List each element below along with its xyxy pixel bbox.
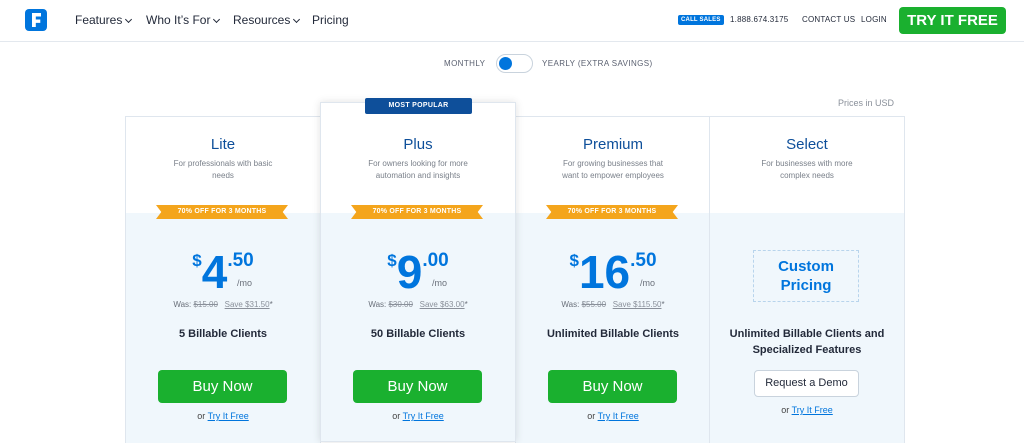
discount-ribbon: 70% OFF FOR 3 MONTHS: [546, 205, 678, 219]
price-whole: 16: [578, 246, 631, 298]
save-amount: Save $31.50: [224, 300, 270, 309]
was-price-line: Was: $15.00 Save $31.50*: [126, 300, 320, 309]
plan-card-premium: Premium For growing businesses that want…: [515, 116, 711, 443]
or-label: or: [781, 405, 790, 415]
billable-clients: Unlimited Billable Clients: [546, 328, 680, 340]
plan-card-lite: Lite For professionals with basic needs …: [125, 116, 321, 443]
billing-period-toggle[interactable]: [496, 54, 533, 73]
try-it-free-link[interactable]: Try It Free: [598, 411, 639, 421]
price-cents: .50: [227, 250, 254, 271]
most-popular-badge: MOST POPULAR: [365, 98, 472, 114]
contact-us-link[interactable]: CONTACT US: [802, 15, 855, 24]
plan-description: For growing businesses that want to empo…: [562, 159, 664, 180]
save-amount: Save $115.50: [612, 300, 662, 309]
plan-name: Select: [786, 136, 828, 153]
login-link[interactable]: LOGIN: [861, 15, 887, 24]
was-price: $55.00: [581, 300, 607, 309]
try-free-line: or Try It Free: [321, 411, 515, 421]
chevron-down-icon: [293, 15, 301, 24]
freshbooks-logo-icon[interactable]: [25, 9, 47, 31]
nav-who-its-for-label: Who It’s For: [146, 13, 211, 27]
price-whole: 4: [201, 246, 228, 298]
was-price: $15.00: [193, 300, 218, 309]
price-period: /mo: [432, 278, 448, 288]
plan-price: $16.50: [516, 249, 710, 295]
discount-ribbon: 70% OFF FOR 3 MONTHS: [156, 205, 288, 219]
request-demo-button[interactable]: Request a Demo: [754, 370, 859, 397]
chevron-down-icon: [125, 15, 133, 24]
price-period: /mo: [237, 278, 253, 288]
try-it-free-link[interactable]: Try It Free: [403, 411, 444, 421]
buy-now-button[interactable]: Buy Now: [353, 370, 482, 403]
sales-phone-link[interactable]: 1.888.674.3175: [730, 15, 788, 24]
price-period: /mo: [640, 278, 656, 288]
plan-card-plus: MOST POPULAR Plus For owners looking for…: [320, 98, 516, 442]
save-amount: Save $63.00: [419, 300, 465, 309]
custom-pricing-line-2: Pricing: [780, 277, 832, 294]
custom-pricing-label: Custom Pricing: [753, 250, 859, 302]
billable-clients: 50 Billable Clients: [370, 328, 466, 340]
try-it-free-link[interactable]: Try It Free: [792, 405, 833, 415]
monthly-label[interactable]: MONTHLY: [444, 59, 485, 68]
toggle-knob: [499, 57, 512, 70]
try-free-line: or Try It Free: [516, 411, 710, 421]
plan-name: Plus: [403, 136, 433, 153]
yearly-label[interactable]: YEARLY (EXTRA SAVINGS): [542, 59, 653, 68]
try-it-free-link[interactable]: Try It Free: [208, 411, 249, 421]
save-asterisk: *: [661, 300, 665, 309]
was-price: $30.00: [388, 300, 413, 309]
try-it-free-button[interactable]: TRY IT FREE: [899, 7, 1006, 34]
plan-card-select: Select For businesses with more complex …: [709, 116, 905, 443]
billable-clients: Unlimited Billable Clients and Specializ…: [710, 326, 904, 358]
was-label: Was:: [173, 300, 192, 309]
plan-description: For owners looking for more automation a…: [368, 159, 468, 180]
plan-description: For professionals with basic needs: [173, 159, 273, 180]
billable-clients-line-2: Specialized Features: [752, 344, 862, 356]
custom-pricing-line-1: Custom: [778, 258, 834, 275]
currency-symbol: $: [569, 251, 579, 270]
save-asterisk: *: [269, 300, 273, 309]
plan-name: Lite: [210, 136, 236, 153]
plan-price: $9.00: [321, 249, 515, 295]
try-free-line: or Try It Free: [126, 411, 320, 421]
plan-name: Premium: [582, 136, 643, 153]
currency-symbol: $: [192, 251, 202, 270]
nav-features-label: Features: [75, 13, 123, 27]
nav-resources[interactable]: Resources: [233, 13, 301, 27]
nav-who-its-for[interactable]: Who It’s For: [146, 13, 221, 27]
was-label: Was:: [368, 300, 387, 309]
currency-symbol: $: [387, 251, 397, 270]
nav-features[interactable]: Features: [75, 13, 133, 27]
save-asterisk: *: [464, 300, 468, 309]
call-sales-badge: CALL SALES: [678, 15, 724, 25]
was-price-line: Was: $55.00 Save $115.50*: [516, 300, 710, 309]
buy-now-button[interactable]: Buy Now: [158, 370, 287, 403]
chevron-down-icon: [213, 15, 221, 24]
nav-pricing[interactable]: Pricing: [312, 13, 349, 27]
plan-description: For businesses with more complex needs: [761, 159, 853, 180]
price-whole: 9: [396, 246, 423, 298]
price-cents: .00: [422, 250, 449, 271]
billable-clients: 5 Billable Clients: [178, 328, 268, 340]
or-label: or: [392, 411, 401, 421]
discount-ribbon: 70% OFF FOR 3 MONTHS: [351, 205, 483, 219]
was-label: Was:: [561, 300, 580, 309]
currency-note: Prices in USD: [838, 98, 895, 108]
buy-now-button[interactable]: Buy Now: [548, 370, 677, 403]
try-free-line: or Try It Free: [710, 405, 904, 415]
nav-resources-label: Resources: [233, 13, 291, 27]
billable-clients-line-1: Unlimited Billable Clients and: [729, 328, 885, 340]
top-navbar: Features Who It’s For Resources Pricing …: [0, 0, 1024, 42]
was-price-line: Was: $30.00 Save $63.00*: [321, 300, 515, 309]
price-cents: .50: [630, 250, 657, 271]
or-label: or: [587, 411, 596, 421]
or-label: or: [197, 411, 206, 421]
plan-price: $4.50: [126, 249, 320, 295]
